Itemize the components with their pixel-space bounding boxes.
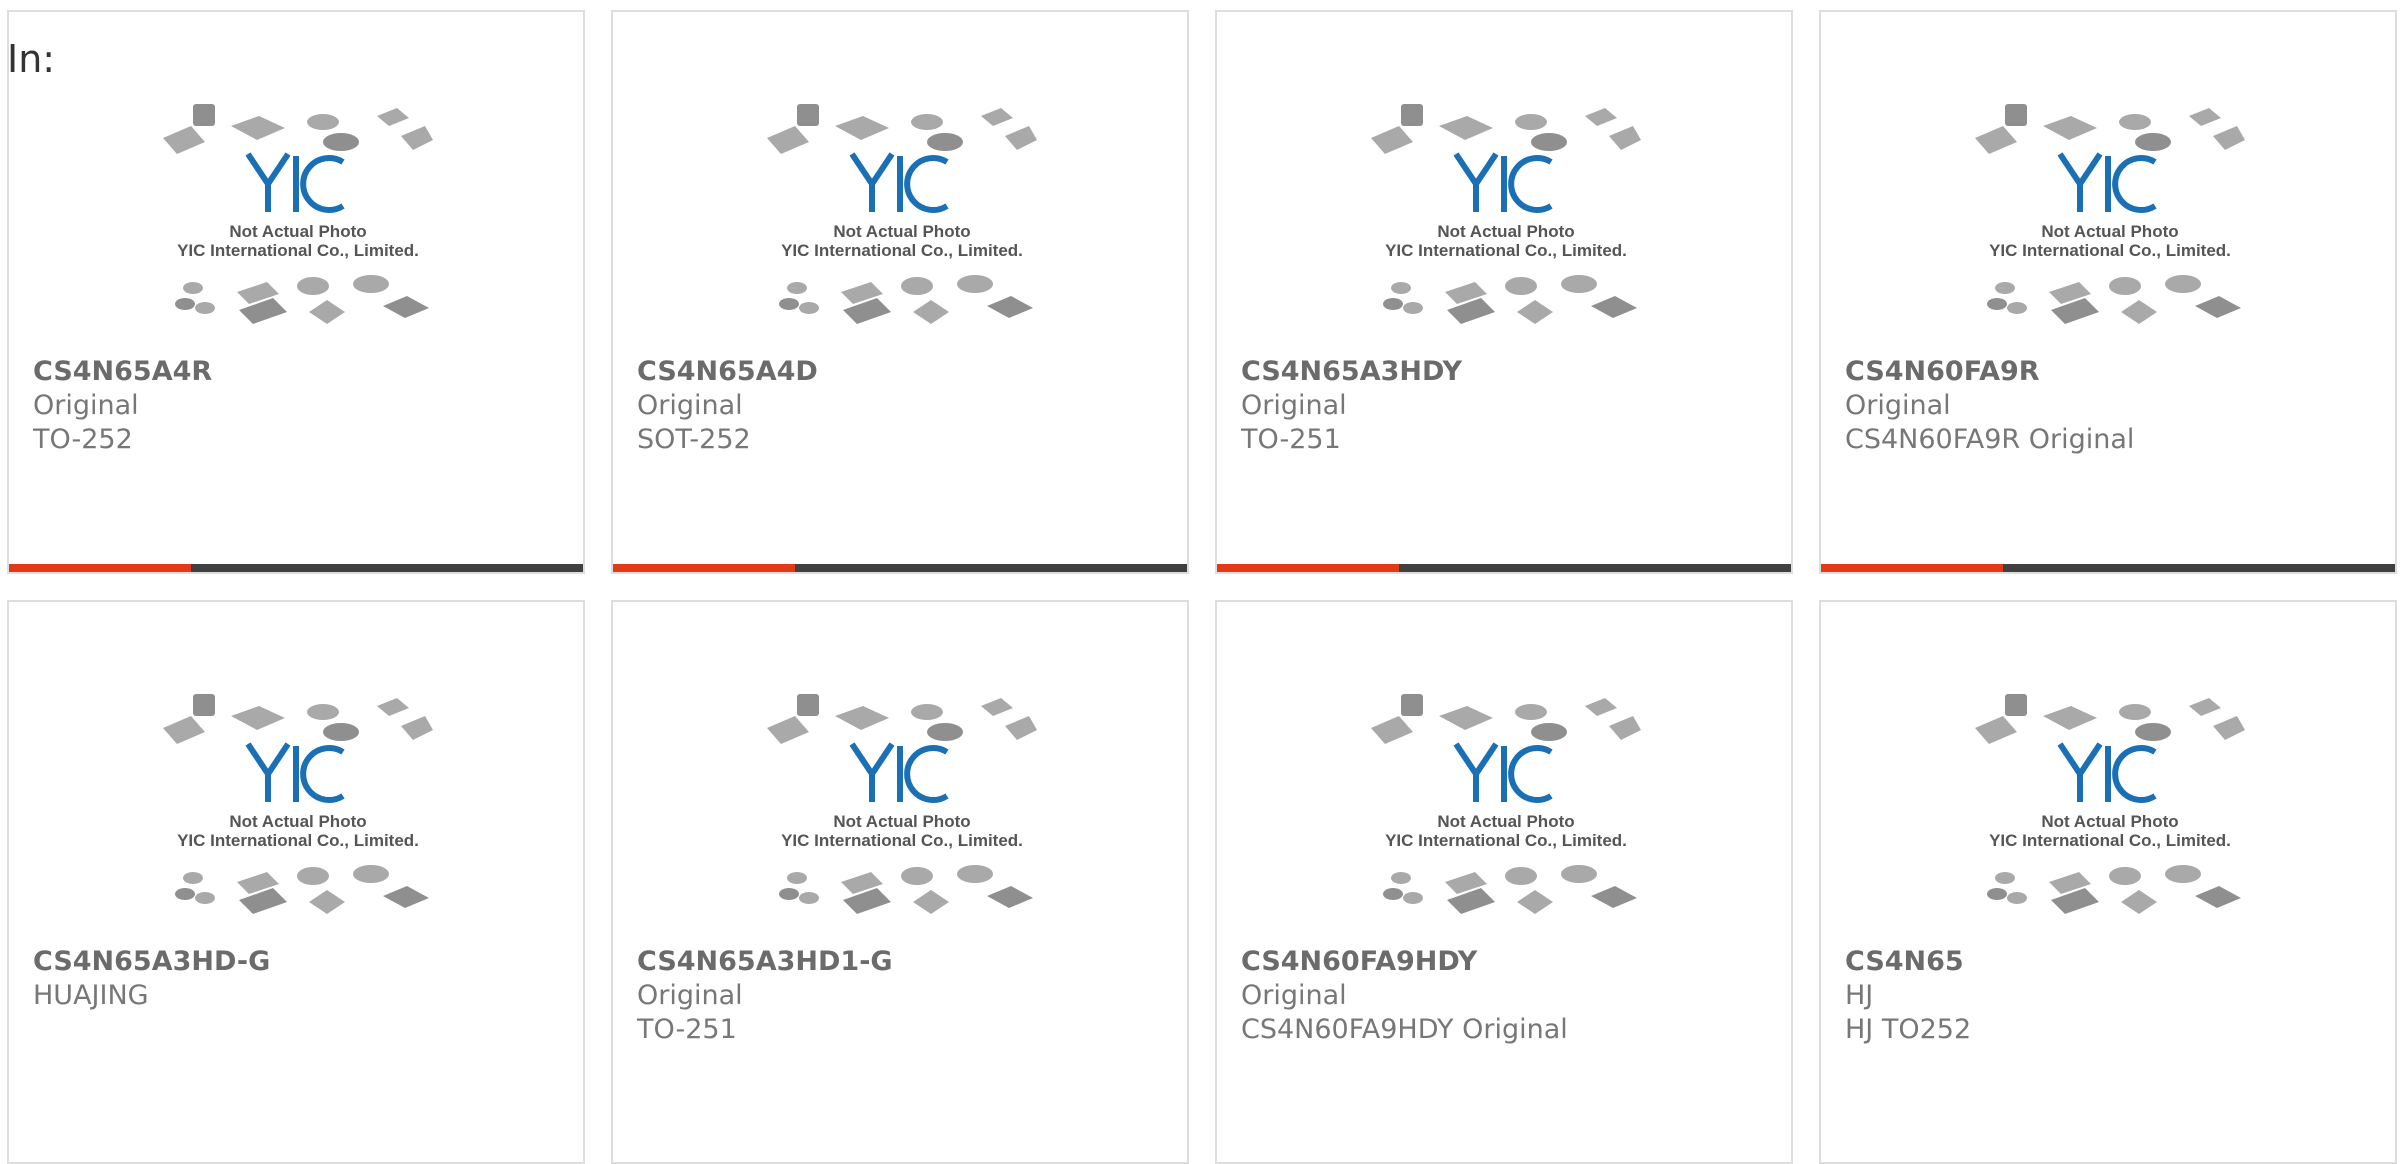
card-bottom-bar [1217, 564, 1791, 572]
part-number[interactable]: CS4N65A4R [33, 355, 573, 389]
part-number[interactable]: CS4N60FA9HDY [1241, 945, 1781, 979]
product-image[interactable]: Not Actual Photo YIC International Co., … [613, 682, 1187, 952]
product-card[interactable]: Not Actual Photo YIC International Co., … [1215, 600, 1793, 1164]
chip-packages-icon [767, 104, 1037, 154]
chip-packages-icon [779, 865, 1033, 914]
yic-logo [2057, 152, 2157, 213]
not-actual-photo-text: Not Actual Photo [2041, 222, 2178, 241]
manufacturer: HUAJING [33, 980, 149, 1011]
chip-packages-icon [779, 275, 1033, 324]
chip-packages-icon [1987, 865, 2241, 914]
card-accent-bar [613, 564, 795, 572]
product-image[interactable]: Not Actual Photo YIC International Co., … [613, 92, 1187, 362]
chip-packages-icon [1975, 104, 2245, 154]
card-accent-bar [1217, 564, 1399, 572]
card-bottom-bar [1821, 564, 2395, 572]
chip-packages-icon [1383, 275, 1637, 324]
company-name-text: YIC International Co., Limited. [177, 831, 419, 850]
manufacturer: Original [1241, 980, 1347, 1011]
part-number[interactable]: CS4N65 [1845, 945, 2385, 979]
yic-placeholder-image: Not Actual Photo YIC International Co., … [1975, 104, 2245, 324]
company-name-text: YIC International Co., Limited. [1385, 241, 1627, 260]
card-bottom-bar [613, 564, 1187, 572]
company-name-text: YIC International Co., Limited. [1989, 831, 2231, 850]
card-accent-bar [1821, 564, 2003, 572]
yic-placeholder-image: Not Actual Photo YIC International Co., … [767, 104, 1037, 324]
part-number[interactable]: CS4N65A4D [637, 355, 1177, 389]
yic-logo [849, 152, 949, 213]
chip-packages-icon [1975, 694, 2245, 744]
card-accent-bar [9, 564, 191, 572]
not-actual-photo-text: Not Actual Photo [1437, 222, 1574, 241]
product-image[interactable]: Not Actual Photo YIC International Co., … [1217, 682, 1791, 952]
not-actual-photo-text: Not Actual Photo [833, 222, 970, 241]
chip-packages-icon [1371, 104, 1641, 154]
chip-packages-icon [1383, 865, 1637, 914]
in-label: In: [7, 37, 56, 81]
yic-placeholder-image: Not Actual Photo YIC International Co., … [1975, 694, 2245, 914]
product-grid: Not Actual Photo YIC International Co., … [0, 0, 2400, 1164]
package: CS4N60FA9R Original [1845, 424, 2135, 455]
product-card[interactable]: Not Actual Photo YIC International Co., … [1215, 10, 1793, 574]
not-actual-photo-text: Not Actual Photo [229, 812, 366, 831]
yic-logo [1453, 742, 1553, 803]
product-card[interactable]: Not Actual Photo YIC International Co., … [1819, 10, 2397, 574]
product-image[interactable]: Not Actual Photo YIC International Co., … [1217, 92, 1791, 362]
chip-packages-icon [175, 275, 429, 324]
not-actual-photo-text: Not Actual Photo [1437, 812, 1574, 831]
company-name-text: YIC International Co., Limited. [781, 831, 1023, 850]
not-actual-photo-text: Not Actual Photo [2041, 812, 2178, 831]
product-image[interactable]: Not Actual Photo YIC International Co., … [9, 92, 583, 362]
product-image[interactable]: Not Actual Photo YIC International Co., … [9, 682, 583, 952]
card-bottom-bar [9, 564, 583, 572]
chip-packages-icon [1371, 694, 1641, 744]
product-card[interactable]: Not Actual Photo YIC International Co., … [611, 600, 1189, 1164]
product-card[interactable]: Not Actual Photo YIC International Co., … [611, 10, 1189, 574]
package: CS4N60FA9HDY Original [1241, 1014, 1568, 1045]
manufacturer: HJ [1845, 980, 1874, 1011]
not-actual-photo-text: Not Actual Photo [833, 812, 970, 831]
product-image[interactable]: Not Actual Photo YIC International Co., … [1821, 92, 2395, 362]
yic-placeholder-image: Not Actual Photo YIC International Co., … [163, 104, 433, 324]
yic-placeholder-image: Not Actual Photo YIC International Co., … [767, 694, 1037, 914]
manufacturer: Original [1845, 390, 1951, 421]
company-name-text: YIC International Co., Limited. [1385, 831, 1627, 850]
product-card[interactable]: Not Actual Photo YIC International Co., … [1819, 600, 2397, 1164]
manufacturer: Original [33, 390, 139, 421]
product-card[interactable]: Not Actual Photo YIC International Co., … [7, 10, 585, 574]
part-number[interactable]: CS4N65A3HDY [1241, 355, 1781, 389]
manufacturer: Original [637, 390, 743, 421]
part-number[interactable]: CS4N60FA9R [1845, 355, 2385, 389]
yic-logo [2057, 742, 2157, 803]
part-number[interactable]: CS4N65A3HD-G [33, 945, 573, 979]
yic-placeholder-image: Not Actual Photo YIC International Co., … [1371, 694, 1641, 914]
chip-packages-icon [163, 104, 433, 154]
chip-packages-icon [1987, 275, 2241, 324]
package: TO-252 [33, 424, 133, 455]
yic-logo [1453, 152, 1553, 213]
product-image[interactable]: Not Actual Photo YIC International Co., … [1821, 682, 2395, 952]
manufacturer: Original [1241, 390, 1347, 421]
part-number[interactable]: CS4N65A3HD1-G [637, 945, 1177, 979]
chip-packages-icon [175, 865, 429, 914]
yic-logo [849, 742, 949, 803]
company-name-text: YIC International Co., Limited. [781, 241, 1023, 260]
package: TO-251 [637, 1014, 737, 1045]
product-card[interactable]: Not Actual Photo YIC International Co., … [7, 600, 585, 1164]
not-actual-photo-text: Not Actual Photo [229, 222, 366, 241]
package: HJ TO252 [1845, 1014, 1972, 1045]
manufacturer: Original [637, 980, 743, 1011]
package: TO-251 [1241, 424, 1341, 455]
company-name-text: YIC International Co., Limited. [1989, 241, 2231, 260]
chip-packages-icon [163, 694, 433, 744]
yic-logo [245, 742, 345, 803]
yic-logo [245, 152, 345, 213]
package: SOT-252 [637, 424, 751, 455]
chip-packages-icon [767, 694, 1037, 744]
company-name-text: YIC International Co., Limited. [177, 241, 419, 260]
yic-placeholder-image: Not Actual Photo YIC International Co., … [1371, 104, 1641, 324]
yic-placeholder-image: Not Actual Photo YIC International Co., … [163, 694, 433, 914]
